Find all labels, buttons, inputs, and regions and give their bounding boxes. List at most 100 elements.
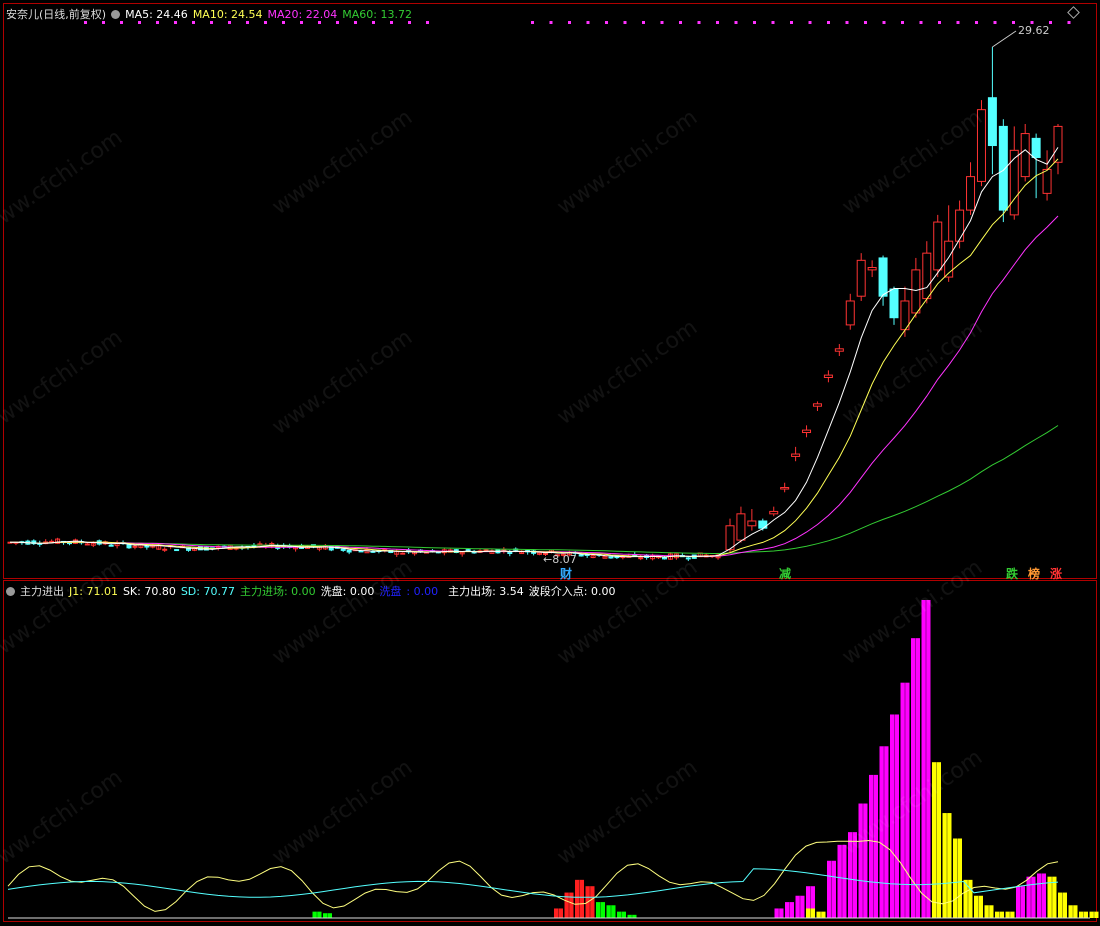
stock-title[interactable]: 安奈儿(日线,前复权) [6,8,106,21]
indicator-name[interactable]: 主力进出 [20,585,64,598]
signal-dot [1012,21,1015,24]
signal-dot [679,21,682,24]
candle-body [802,429,812,434]
signal-dot [605,21,608,24]
signal-marker-bang: 榜 [1028,567,1041,581]
ma10-line [10,158,1059,558]
signal-marker-cai: 财 [560,567,573,581]
j1-label: J1: 71.01 [69,585,118,598]
toggle-icon[interactable] [111,10,121,19]
candle-body [1020,133,1030,178]
signal-dot [938,21,941,24]
ma10-label: MA10: 24.54 [192,8,263,21]
signal-dot [753,21,756,24]
candle-body [856,259,866,297]
sd-label: SD: 70.77 [180,585,235,598]
candle-body [834,348,844,352]
candle-body [638,557,644,560]
candle-body [791,453,801,457]
signal-marker-die: 跌 [1006,567,1019,581]
signal-dot [901,21,904,24]
candle-body [144,545,150,548]
signal-dot [697,21,701,24]
sk-label: SK: 70.80 [122,585,176,598]
signal-marker-zhang: 涨 [1050,567,1063,581]
candle-body [747,520,757,527]
signal-dot [426,21,429,24]
candle-body [823,374,833,379]
signal-dot [993,21,997,24]
signal-dot [531,21,534,24]
signal-dot [771,21,775,24]
candle-body [812,403,822,407]
candle-body [1031,137,1041,158]
signal-dot [568,21,571,24]
low-price-label: ←8.07 [543,553,577,566]
candle-body [578,554,584,557]
candle-body [889,288,899,319]
candle-body [162,548,168,551]
candle-body [608,556,614,559]
candle-body [845,300,855,326]
candle-body [49,540,55,543]
signal-dot [919,21,923,24]
signal-dot [864,21,867,24]
candle-body [465,549,471,552]
signal-dot [808,21,812,24]
candle-body [769,510,779,515]
candle-body [1053,125,1063,163]
candle-body [987,97,997,147]
signal-dot [956,21,960,24]
candle-body [998,125,1008,211]
signal-marker-jian: 减 [779,567,792,581]
toggle-icon[interactable] [6,587,15,596]
ma5-label: MA5: 24.46 [125,8,188,21]
candle-body [132,545,138,548]
signal-dot [882,21,886,24]
wash-label: 洗盘: 0.00 [320,585,375,598]
signal-dot [549,21,553,24]
candle-body [685,557,691,560]
candle-body [174,549,180,552]
signal-dot [734,21,738,24]
hidden-label: 洗盘: 0.00 [379,585,439,598]
candle-body [955,209,965,242]
candle-body [725,525,735,551]
signal-dot [1067,21,1071,24]
candle-body [966,176,976,211]
exit-label: 主力出场: 3.54 [448,585,524,598]
signal-dot [623,21,627,24]
hidden-name: 洗盘 [379,585,402,598]
candle-body [867,266,877,271]
candle-body [878,257,888,297]
candle-body [1009,149,1019,216]
high-connector [992,30,1017,48]
candle-body [922,252,932,300]
candle-body [780,487,790,490]
candle-body [400,552,406,555]
candle-body [108,544,114,547]
chart-canvas[interactable] [0,0,1100,926]
signal-dot [660,21,664,24]
signal-dot [716,21,719,24]
candle-body [933,221,943,271]
indicator-legend: 主力进出 J1: 71.01 SK: 70.80 SD: 70.77 主力进场: 0.0… [6,583,621,599]
candle-body [944,240,954,278]
wave-label: 波段介入点: 0.00 [528,585,616,598]
candle-body [911,269,921,314]
candle-body [976,109,986,182]
hidden-value: 0.00 [413,585,439,598]
signal-dot [975,21,978,24]
ma5-line [10,147,1059,558]
signal-dot [827,21,830,24]
ma60-label: MA60: 13.72 [342,8,412,21]
ma20-label: MA20: 22.04 [267,8,338,21]
ma20-line [10,215,1059,557]
candle-body [346,549,352,553]
signal-dot [586,21,590,24]
main-legend: 安奈儿(日线,前复权) MA5: 24.46 MA10: 24.54 MA20: 22… [6,6,417,22]
signal-dot [642,21,645,24]
candle-body [507,552,513,555]
candle-body [84,543,90,546]
candle-body [126,544,132,549]
